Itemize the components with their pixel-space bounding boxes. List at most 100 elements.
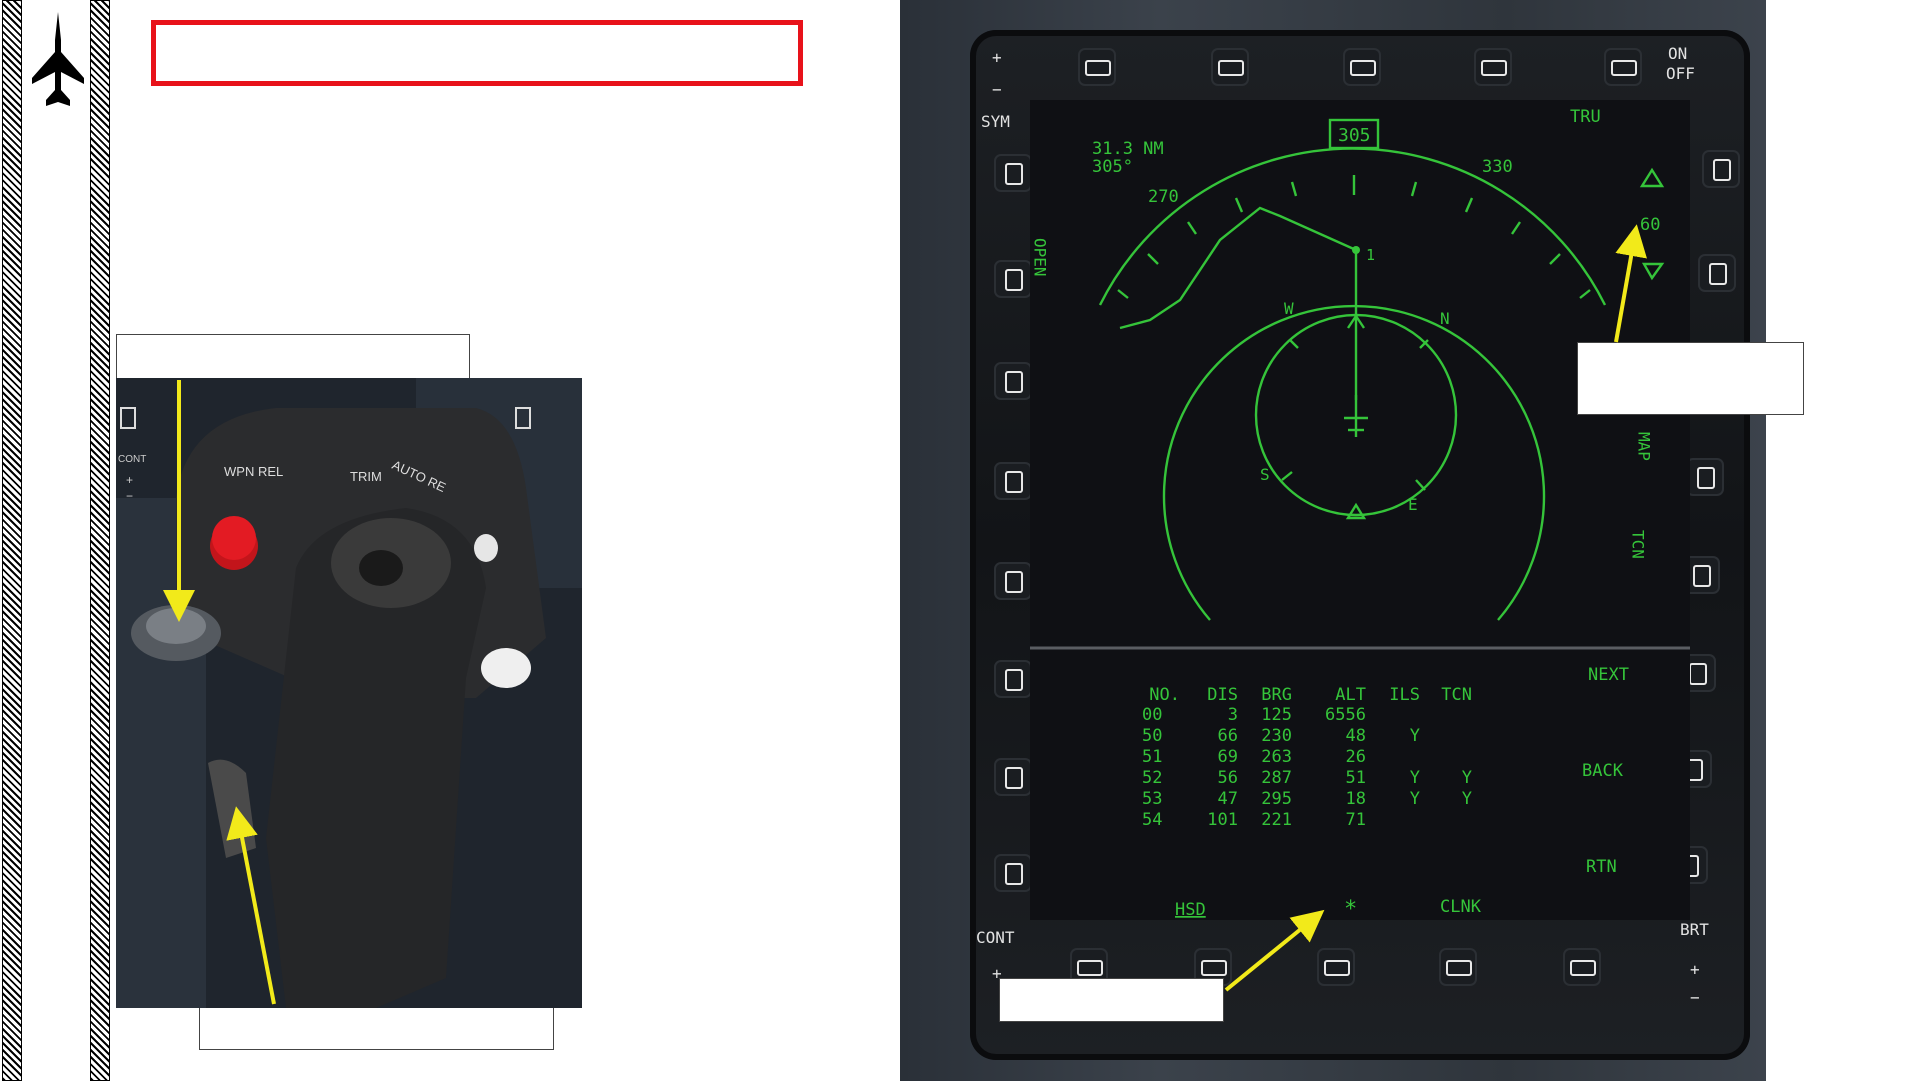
osb-left-2[interactable] [996,262,1030,296]
table-cell: Y [1462,768,1472,788]
table-cell: 66 [1218,726,1238,746]
brt-label: BRT [1680,920,1709,939]
table-header: BRG [1261,685,1292,705]
clnk-label: CLNK [1440,897,1482,917]
table-cell: 287 [1261,768,1292,788]
heading-value: 305 [1338,125,1371,146]
range-callout-box [1577,342,1804,415]
table-cell: 125 [1261,705,1292,725]
osb-left-4[interactable] [996,464,1030,498]
osb-top-2[interactable] [1213,50,1247,84]
osb-left-6[interactable] [996,662,1030,696]
star-callout-box [999,978,1224,1022]
sym-label: SYM [981,112,1010,131]
title-box [151,20,803,86]
compass-ticks [1117,175,1591,299]
osb-left-7[interactable] [996,760,1030,794]
compass-n: N [1440,309,1450,328]
osb-top-5[interactable] [1606,50,1640,84]
osb-right-3[interactable] [1688,460,1722,494]
hsd-display: 305 31.3 NM 305° 270 330 TRU 60 OPEN 1 W… [1030,107,1690,922]
range-scale: 60 [1640,215,1660,235]
compass-s: S [1260,465,1270,484]
throttle-illustration: WPN REL TRIM AUTO RE CONT + − [116,378,582,1008]
osb-right-1[interactable] [1704,152,1738,186]
on-label: ON [1668,44,1688,63]
tick-270: 270 [1148,187,1179,207]
osb-right-2[interactable] [1700,256,1734,290]
left-stripe-inner [90,0,110,1081]
sym-minus[interactable]: − [992,80,1002,99]
left-stripe-outer [2,0,22,1081]
mfd-screen: 305 31.3 NM 305° 270 330 TRU 60 OPEN 1 W… [1030,100,1690,922]
steerpoint-table: NO. DIS BRG ALT ILS TCN 00 3 125 6556 50 66 230 48 Y 51… [1142,685,1472,830]
table-header: ALT [1335,685,1366,705]
table-header: ILS [1389,685,1420,705]
range-up-icon [1639,167,1665,188]
table-cell: Y [1410,768,1420,788]
rtn-label: RTN [1586,857,1617,877]
table-cell: 47 [1218,789,1238,809]
range-down-icon [1641,262,1665,281]
osb-bottom-3[interactable] [1319,950,1353,984]
tcn-label: TCN [1629,530,1648,559]
open-label: OPEN [1031,238,1050,277]
jet-silhouette-icon [32,12,84,106]
stick-cont-label: CONT [118,454,146,465]
table-cell: 69 [1218,747,1238,767]
table-cell: 50 [1142,726,1162,746]
osb-left-8[interactable] [996,856,1030,890]
table-header: NO. [1149,685,1180,705]
star-label: * [1344,897,1357,920]
osb-left-5[interactable] [996,564,1030,598]
cont-label: CONT [976,928,1015,947]
off-label: OFF [1666,64,1695,83]
table-cell: 51 [1346,768,1366,788]
table-cell: 26 [1346,747,1366,767]
osb-bottom-5[interactable] [1565,950,1599,984]
table-cell: 263 [1261,747,1292,767]
table-cell: 00 [1142,705,1162,725]
brt-minus[interactable]: − [1690,988,1700,1007]
hsd-label: HSD [1175,900,1206,920]
table-cell: 71 [1346,810,1366,830]
stick-minus-label: − [126,489,133,503]
table-cell: 3 [1228,705,1238,725]
compass-arc [1098,147,1607,306]
throttle-photo: WPN REL TRIM AUTO RE CONT + − [116,378,582,1008]
sym-plus[interactable]: + [992,48,1002,67]
table-cell: 53 [1142,789,1162,809]
mfd-photo: SYM ON OFF CONT BRT + − + + − 305 31.3 N… [900,0,1766,1081]
brt-plus[interactable]: + [1690,960,1700,979]
osb-top-3[interactable] [1345,50,1379,84]
stick-top-label-box [116,334,470,380]
table-cell: 56 [1218,768,1238,788]
table-cell: 230 [1261,726,1292,746]
back-label: BACK [1582,761,1624,781]
trim-label: TRIM [350,469,382,484]
table-header: DIS [1207,685,1238,705]
stick-bottom-label-box [199,1005,554,1050]
range-nm: 31.3 NM [1092,139,1164,159]
tick-330: 330 [1482,157,1513,177]
table-cell: 18 [1346,789,1366,809]
osb-top-1[interactable] [1080,50,1114,84]
osb-left-3[interactable] [996,364,1030,398]
range-ring-outer [1162,304,1546,621]
table-header: TCN [1441,685,1472,705]
osb-top-4[interactable] [1476,50,1510,84]
table-cell: 54 [1142,810,1162,830]
osb-bottom-4[interactable] [1441,950,1475,984]
stick-plus-label: + [126,473,133,487]
compass-w: W [1284,299,1294,318]
table-cell: Y [1410,726,1420,746]
table-cell: 52 [1142,768,1162,788]
table-cell: 6556 [1325,705,1366,725]
table-cell: 295 [1261,789,1292,809]
table-cell: Y [1462,789,1472,809]
osb-left-1[interactable] [996,156,1030,190]
wpn-rel-label: WPN REL [224,464,283,479]
compass-e: E [1408,495,1418,514]
waypoint-1-label: 1 [1366,246,1375,264]
table-cell: Y [1410,789,1420,809]
